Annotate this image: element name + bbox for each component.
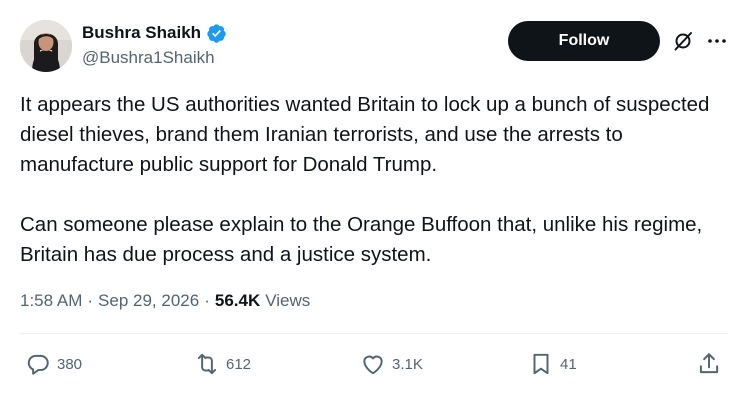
heart-icon <box>360 351 386 377</box>
views-count: 56.4K <box>214 291 261 310</box>
tweet-meta: 1:58 AM · Sep 29, 2026 · 56.4K Views <box>20 289 310 313</box>
follow-button[interactable]: Follow <box>508 21 660 61</box>
avatar-image <box>20 20 72 72</box>
bookmark-icon <box>528 351 554 377</box>
reply-button[interactable]: 380 <box>25 351 82 377</box>
author-handle[interactable]: @Bushra1Shaikh <box>82 48 215 68</box>
grok-icon[interactable] <box>671 29 695 53</box>
bookmark-button[interactable]: 41 <box>528 351 577 377</box>
repost-button[interactable]: 612 <box>194 351 251 377</box>
tweet-paragraph: Can someone please explain to the Orange… <box>20 213 703 266</box>
meta-separator: · <box>204 291 210 310</box>
repost-count: 612 <box>226 355 252 373</box>
tweet-card: Bushra Shaikh @Bushra1Shaikh Follow It a… <box>0 0 748 394</box>
repost-icon <box>194 351 220 377</box>
reply-icon <box>25 351 51 377</box>
like-count: 3.1K <box>392 355 423 373</box>
tweet-text: It appears the US authorities wanted Bri… <box>20 90 720 270</box>
tweet-time[interactable]: 1:58 AM <box>20 291 82 311</box>
reply-count: 380 <box>57 355 83 373</box>
tweet-date[interactable]: Sep 29, 2026 <box>98 291 199 311</box>
verified-badge-icon[interactable] <box>206 23 227 44</box>
share-icon <box>696 351 722 377</box>
author-name-row: Bushra Shaikh <box>82 21 227 45</box>
bookmark-count: 41 <box>560 355 577 373</box>
more-horizontal-icon[interactable] <box>705 29 729 53</box>
share-button[interactable] <box>696 351 722 377</box>
divider <box>20 333 728 334</box>
meta-separator: · <box>87 291 94 310</box>
author-display-name[interactable]: Bushra Shaikh <box>82 23 201 43</box>
avatar[interactable] <box>20 20 72 72</box>
tweet-paragraph: It appears the US authorities wanted Bri… <box>20 93 710 176</box>
views-label: Views <box>265 291 311 310</box>
like-button[interactable]: 3.1K <box>360 351 423 377</box>
